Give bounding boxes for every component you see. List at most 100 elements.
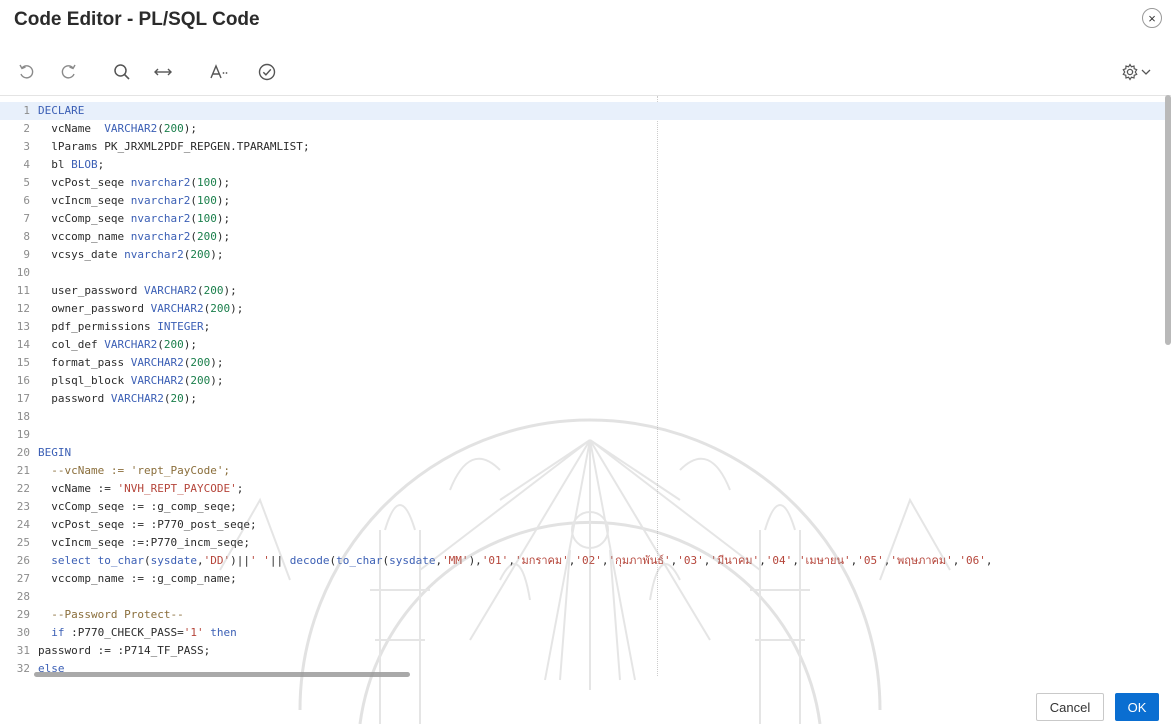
line-number: 5 [23,176,30,189]
code-line[interactable]: 18 [0,408,1165,426]
undo-button[interactable] [14,59,40,85]
line-number: 24 [16,518,30,531]
search-icon [114,64,130,80]
line-number: 23 [16,500,30,513]
code-editor[interactable]: 1 DECLARE 2 vcName VARCHAR2(200); 3 lParams… [0,95,1171,676]
autocomplete-button[interactable] [206,59,232,85]
code-line[interactable]: 23 vcComp_seqe := :g_comp_seqe; [0,498,1165,516]
line-number: 15 [16,356,30,369]
code-line[interactable]: 9 vcsys_date nvarchar2(200); [0,246,1165,264]
code-line[interactable]: 28 [0,588,1165,606]
code-text: vcIncm_seqe :=:P770_incm_seqe; [51,536,250,549]
code-line[interactable]: 3 lParams PK_JRXML2PDF_REPGEN.TPARAMLIST… [0,138,1165,156]
code-line[interactable]: 24 vcPost_seqe := :P770_post_seqe; [0,516,1165,534]
line-number: 11 [16,284,30,297]
line-number: 2 [23,122,30,135]
code-line[interactable]: 13 pdf_permissions INTEGER; [0,318,1165,336]
code-line[interactable]: 11 user_password VARCHAR2(200); [0,282,1165,300]
code-line[interactable]: 26 select to_char(sysdate,'DD')||' '|| d… [0,552,1165,570]
chevron-down-icon [1141,69,1151,75]
replace-button[interactable] [150,59,176,85]
line-number: 9 [23,248,30,261]
code-line[interactable]: 7 vcComp_seqe nvarchar2(100); [0,210,1165,228]
code-line[interactable]: 12 owner_password VARCHAR2(200); [0,300,1165,318]
code-text: --vcName := 'rept_PayCode'; [51,464,231,477]
code-line[interactable]: 20 BEGIN [0,444,1165,462]
code-text: vcName VARCHAR2(200); [51,122,197,135]
code-text: --Password Protect-- [51,608,184,621]
line-number: 8 [23,230,30,243]
code-line[interactable]: 31 password := :P714_TF_PASS; [0,642,1165,660]
code-line[interactable]: 30 if :P770_CHECK_PASS='1' then [0,624,1165,642]
code-line[interactable]: 4 bl BLOB; [0,156,1165,174]
code-line[interactable]: 17 password VARCHAR2(20); [0,390,1165,408]
code-text: vcComp_seqe nvarchar2(100); [51,212,231,225]
redo-icon [61,64,76,79]
gear-icon [1122,63,1138,81]
line-number: 6 [23,194,30,207]
code-text: plsql_block VARCHAR2(200); [51,374,224,387]
line-number: 18 [16,410,30,423]
cancel-button[interactable]: Cancel [1036,693,1104,721]
code-text: select to_char(sysdate,'DD')||' '|| deco… [51,554,993,567]
code-line[interactable]: 8 vccomp_name nvarchar2(200); [0,228,1165,246]
code-line[interactable]: 5 vcPost_seqe nvarchar2(100); [0,174,1165,192]
validate-icon [258,63,276,81]
line-number: 22 [16,482,30,495]
code-text: vcsys_date nvarchar2(200); [51,248,224,261]
settings-menu-button[interactable] [1120,60,1160,84]
line-number: 30 [16,626,30,639]
code-text: bl BLOB; [51,158,105,171]
validate-button[interactable] [254,59,280,85]
undo-icon [19,64,34,79]
line-number: 3 [23,140,30,153]
code-line[interactable]: 6 vcIncm_seqe nvarchar2(100); [0,192,1165,210]
code-line[interactable]: 27 vccomp_name := :g_comp_name; [0,570,1165,588]
code-text: vcName := 'NVH_REPT_PAYCODE'; [51,482,244,495]
dialog-title-bar: Code Editor - PL/SQL Code × [0,0,1171,42]
autocomplete-icon [210,64,228,79]
code-line[interactable]: 15 format_pass VARCHAR2(200); [0,354,1165,372]
dialog-title: Code Editor - PL/SQL Code [14,9,260,30]
vertical-scrollbar[interactable] [1165,95,1171,345]
line-number: 29 [16,608,30,621]
code-text: user_password VARCHAR2(200); [51,284,237,297]
line-number: 16 [16,374,30,387]
code-text: BEGIN [38,446,72,459]
line-number: 19 [16,428,30,441]
search-button[interactable] [109,59,135,85]
code-line[interactable]: 2 vcName VARCHAR2(200); [0,120,1165,138]
line-number: 14 [16,338,30,351]
line-number: 13 [16,320,30,333]
line-number: 12 [16,302,30,315]
code-line[interactable]: 21 --vcName := 'rept_PayCode'; [0,462,1165,480]
code-line[interactable]: 16 plsql_block VARCHAR2(200); [0,372,1165,390]
code-text: col_def VARCHAR2(200); [51,338,197,351]
horizontal-scrollbar[interactable] [34,672,410,677]
redo-button[interactable] [55,59,81,85]
close-button[interactable]: × [1142,8,1162,28]
code-line[interactable]: 19 [0,426,1165,444]
line-number: 21 [16,464,30,477]
code-line[interactable]: 14 col_def VARCHAR2(200); [0,336,1165,354]
close-icon: × [1148,10,1156,26]
line-number: 28 [16,590,30,603]
line-number: 7 [23,212,30,225]
code-line[interactable]: 10 [0,264,1165,282]
ok-button[interactable]: OK [1115,693,1159,721]
code-text: vcComp_seqe := :g_comp_seqe; [51,500,237,513]
code-lines: 1 DECLARE 2 vcName VARCHAR2(200); 3 lParams… [0,102,1165,676]
code-text: vcIncm_seqe nvarchar2(100); [51,194,231,207]
code-text: lParams PK_JRXML2PDF_REPGEN.TPARAMLIST; [51,140,310,153]
line-number: 25 [16,536,30,549]
code-text: vccomp_name nvarchar2(200); [51,230,231,243]
code-text: password := :P714_TF_PASS; [38,644,211,657]
replace-icon [154,68,172,76]
line-number: 17 [16,392,30,405]
code-line[interactable]: 22 vcName := 'NVH_REPT_PAYCODE'; [0,480,1165,498]
code-line[interactable]: 29 --Password Protect-- [0,606,1165,624]
line-number: 1 [23,104,30,117]
code-line[interactable]: 1 DECLARE [0,102,1165,120]
code-line[interactable]: 25 vcIncm_seqe :=:P770_incm_seqe; [0,534,1165,552]
code-text: if :P770_CHECK_PASS='1' then [51,626,237,639]
